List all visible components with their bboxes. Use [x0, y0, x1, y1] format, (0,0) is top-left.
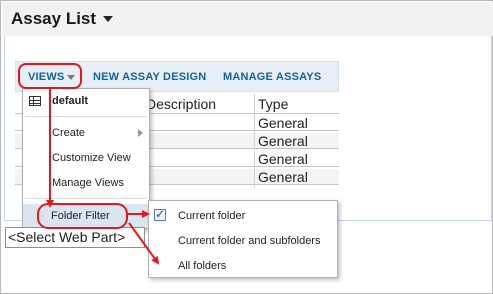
menu-item-label: Current folder [178, 210, 246, 222]
select-web-part-dropdown[interactable]: <Select Web Part> [5, 227, 145, 248]
type-cell: General [258, 151, 308, 167]
column-header-description[interactable]: Description [146, 96, 216, 112]
menu-item-all-folders[interactable]: All folders [149, 253, 337, 277]
type-cell: General [258, 133, 308, 149]
page-title: Assay List [11, 9, 97, 28]
menu-divider [25, 198, 147, 199]
menu-divider [25, 116, 147, 117]
column-divider [254, 94, 255, 188]
menu-item-label: Create [52, 127, 86, 139]
submenu-arrow-icon [138, 129, 143, 137]
views-dropdown-icon[interactable] [67, 75, 75, 80]
folder-filter-submenu: ✓ Current folder Current folder and subf… [148, 200, 338, 278]
menu-item-label: default [52, 95, 89, 107]
menu-item-default-view[interactable]: default [23, 90, 149, 112]
manage-assays-button[interactable]: MANAGE ASSAYS [223, 71, 321, 83]
menu-item-folder-filter[interactable]: Folder Filter [23, 204, 149, 228]
menu-item-label: All folders [178, 260, 227, 272]
menu-item-customize-view[interactable]: Customize View [23, 147, 149, 169]
title-dropdown-icon[interactable] [103, 16, 113, 22]
webpart-titlebar: Assay List [2, 2, 493, 36]
type-cell: General [258, 169, 308, 185]
views-menu: default Create Customize View Manage Vie… [22, 88, 150, 229]
type-cell: General [258, 115, 308, 131]
menu-item-manage-views[interactable]: Manage Views [23, 172, 149, 194]
grid-view-icon [29, 96, 41, 106]
menu-item-create[interactable]: Create [23, 122, 149, 144]
column-header-type[interactable]: Type [258, 96, 288, 112]
menu-item-label: Manage Views [52, 177, 124, 189]
checkbox-checked-icon: ✓ [154, 207, 166, 221]
menu-item-current-and-subfolders[interactable]: Current folder and subfolders [149, 228, 337, 252]
menu-item-label: Folder Filter [51, 210, 110, 222]
new-assay-design-button[interactable]: NEW ASSAY DESIGN [93, 71, 206, 83]
views-button[interactable]: VIEWS [28, 71, 64, 83]
menu-item-label: Customize View [52, 152, 131, 164]
menu-item-label: Current folder and subfolders [178, 235, 321, 247]
menu-item-current-folder[interactable]: ✓ Current folder [149, 203, 337, 227]
